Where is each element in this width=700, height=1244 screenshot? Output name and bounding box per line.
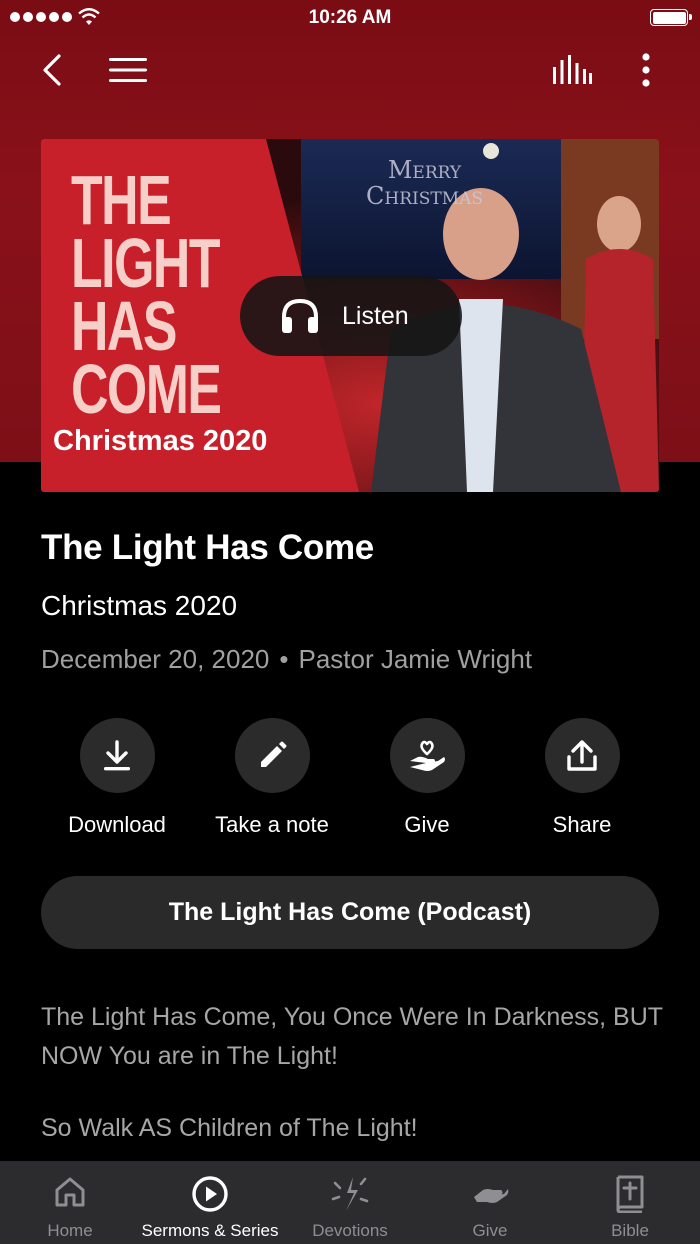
status-bar: 10:26 AM: [0, 0, 700, 36]
audio-player-button[interactable]: [548, 48, 596, 92]
give-label: Give: [404, 812, 450, 837]
give-circle[interactable]: [389, 718, 465, 793]
sermon-meta: December 20, 2020 • Pastor Jamie Wright: [41, 644, 532, 675]
sermon-date: December 20, 2020: [41, 644, 270, 674]
meta-separator: •: [279, 644, 289, 674]
sparkle-icon: [331, 1177, 369, 1211]
download-label: Download: [68, 812, 166, 837]
share-circle[interactable]: [544, 718, 620, 793]
download-icon: [104, 739, 130, 770]
take-note-button[interactable]: Take a note: [197, 718, 347, 838]
tab-sermons-series[interactable]: Sermons & Series: [140, 1161, 280, 1244]
hamburger-menu-icon: [109, 58, 147, 82]
artwork-title: THE LIGHT HAS COME: [71, 161, 222, 428]
backdrop-merry-christmas: Merry Christmas: [366, 156, 484, 210]
tab-bible[interactable]: Bible: [560, 1161, 700, 1244]
download-circle[interactable]: [79, 718, 155, 793]
tab-home[interactable]: Home: [0, 1161, 140, 1244]
pencil-icon: [261, 741, 287, 767]
giving-hand-icon: [474, 1189, 509, 1203]
status-time: 10:26 AM: [308, 7, 392, 28]
artwork-subtitle: Christmas 2020: [53, 425, 268, 457]
download-button[interactable]: Download: [42, 718, 192, 838]
tab-label: Home: [47, 1221, 93, 1240]
back-button[interactable]: [30, 48, 74, 92]
speaker-name: Pastor Jamie Wright: [298, 644, 533, 674]
audio-bars-icon: [553, 55, 592, 84]
tab-bar: Home Sermons & Series Devotions Give Bib…: [0, 1161, 700, 1244]
chevron-left-icon: [43, 54, 61, 86]
series-name: Christmas 2020: [41, 590, 238, 621]
play-circle-icon: [192, 1176, 228, 1212]
battery-icon: [650, 9, 692, 26]
share-icon: [567, 739, 597, 771]
tab-devotions[interactable]: Devotions: [280, 1161, 420, 1244]
sermon-description: The Light Has Come, You Once Were In Dar…: [41, 998, 671, 1148]
take-note-circle[interactable]: [234, 718, 310, 793]
more-vertical-icon: [642, 53, 650, 87]
bible-icon: [616, 1175, 644, 1213]
heart-hand-icon: [410, 740, 445, 771]
menu-button[interactable]: [104, 48, 152, 92]
podcast-button[interactable]: The Light Has Come (Podcast): [41, 876, 659, 949]
tab-give[interactable]: Give: [420, 1161, 560, 1244]
listen-label: Listen: [342, 302, 409, 330]
listen-button[interactable]: Listen: [240, 276, 462, 356]
more-options-button[interactable]: [626, 48, 666, 92]
take-note-label: Take a note: [215, 812, 329, 837]
share-button[interactable]: Share: [507, 718, 657, 838]
tab-label: Sermons & Series: [141, 1221, 279, 1240]
description-paragraph: The Light Has Come, You Once Were In Dar…: [41, 1003, 663, 1070]
headphones-icon: [282, 298, 318, 333]
give-button[interactable]: Give: [352, 718, 502, 838]
home-icon: [55, 1177, 85, 1207]
tab-label: Give: [472, 1221, 508, 1240]
tab-label: Devotions: [312, 1221, 388, 1240]
tab-label: Bible: [611, 1221, 649, 1240]
share-label: Share: [552, 812, 612, 837]
description-paragraph: So Walk AS Children of The Light!: [41, 1114, 418, 1142]
sermon-title: The Light Has Come: [41, 528, 374, 567]
